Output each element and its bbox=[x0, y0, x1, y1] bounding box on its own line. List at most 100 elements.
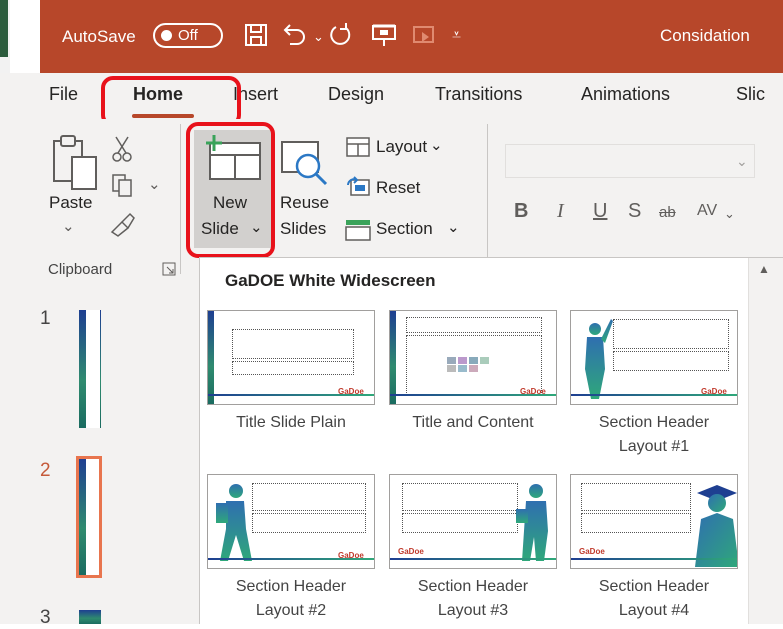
tab-animations[interactable]: Animations bbox=[581, 83, 670, 105]
title-placeholder bbox=[613, 319, 729, 349]
text-shadow-button[interactable]: S bbox=[628, 200, 641, 223]
layout-thumbnail-section-header-1[interactable]: GaDoe bbox=[570, 310, 738, 405]
title-placeholder bbox=[402, 483, 518, 511]
clipboard-group-label: Clipboard bbox=[48, 261, 113, 278]
section-icon[interactable] bbox=[344, 218, 372, 242]
window-edge-accent bbox=[0, 0, 8, 57]
autosave-toggle[interactable]: Off bbox=[153, 23, 223, 48]
title-placeholder bbox=[252, 483, 366, 511]
title-placeholder bbox=[232, 329, 354, 359]
copy-icon[interactable] bbox=[110, 172, 136, 198]
layout-thumbnail-title-and-content[interactable]: GaDoe bbox=[389, 310, 557, 405]
clipboard-dialog-launcher-icon[interactable] bbox=[162, 262, 176, 276]
customize-toolbar-icon[interactable]: ⩡ bbox=[452, 26, 461, 46]
tab-transitions[interactable]: Transitions bbox=[435, 83, 522, 105]
layout-label: Section Header bbox=[598, 414, 710, 431]
layout-label: Layout #4 bbox=[618, 602, 690, 619]
layout-footer-line bbox=[390, 558, 556, 560]
layout-thumbnail-section-header-2[interactable]: GaDoe bbox=[207, 474, 375, 569]
layout-accent-strip bbox=[390, 311, 396, 404]
character-spacing-button[interactable]: AV bbox=[697, 202, 717, 220]
layout-footer-line bbox=[571, 558, 737, 560]
slide-number: 3 bbox=[40, 607, 51, 628]
tab-file[interactable]: File bbox=[49, 83, 78, 105]
section-dropdown-chevron-icon[interactable]: ⌄ bbox=[447, 219, 460, 237]
gallery-scrollbar[interactable] bbox=[748, 258, 783, 624]
document-title: Considation bbox=[660, 26, 750, 45]
layout-label: Section Header bbox=[235, 578, 347, 595]
student-reading-silhouette-icon bbox=[516, 484, 548, 561]
gadoe-logo: GaDoe bbox=[520, 387, 546, 396]
title-placeholder bbox=[406, 317, 542, 333]
gadoe-logo: GaDoe bbox=[338, 551, 364, 560]
student-silhouette-icon bbox=[585, 319, 613, 399]
start-from-beginning-icon[interactable] bbox=[370, 20, 400, 50]
layout-label: Title and Content bbox=[412, 414, 534, 431]
cut-icon[interactable] bbox=[110, 135, 134, 163]
layout-label: Section Header bbox=[417, 578, 529, 595]
layout-label: Section Header bbox=[598, 578, 710, 595]
undo-icon[interactable] bbox=[280, 20, 310, 50]
character-spacing-chevron-icon[interactable]: ⌄ bbox=[724, 206, 735, 222]
new-slide-highlight bbox=[186, 122, 275, 258]
autosave-label: AutoSave bbox=[62, 27, 136, 46]
paste-dropdown-chevron-icon[interactable]: ⌄ bbox=[62, 218, 75, 236]
strikethrough-button[interactable]: ab bbox=[659, 204, 676, 221]
layout-accent-strip bbox=[208, 311, 214, 404]
bold-button[interactable]: B bbox=[514, 200, 528, 223]
gadoe-logo: GaDoe bbox=[338, 387, 364, 396]
gallery-title: GaDOE White Widescreen bbox=[225, 271, 436, 290]
gadoe-logo: GaDoe bbox=[398, 547, 424, 556]
selected-slide-border bbox=[76, 456, 102, 578]
tab-design[interactable]: Design bbox=[328, 83, 384, 105]
layout-label: Title Slide Plain bbox=[236, 414, 346, 431]
slide-number: 1 bbox=[40, 308, 51, 329]
text-placeholder bbox=[402, 513, 518, 533]
subtitle-placeholder bbox=[232, 361, 354, 375]
present-online-icon bbox=[413, 26, 434, 43]
reset-icon[interactable] bbox=[345, 176, 371, 198]
italic-button[interactable]: I bbox=[557, 200, 564, 223]
text-placeholder bbox=[613, 351, 729, 371]
font-name-combobox[interactable]: ⌄ bbox=[505, 144, 755, 178]
gadoe-logo: GaDoe bbox=[579, 547, 605, 556]
scroll-up-arrow-icon[interactable]: ▲ bbox=[758, 262, 770, 276]
reuse-slides-icon[interactable] bbox=[278, 138, 334, 188]
slide-thumbnail[interactable] bbox=[79, 610, 101, 624]
layout-label: Layout #3 bbox=[437, 602, 509, 619]
slide-number: 2 bbox=[40, 460, 51, 481]
redo-icon[interactable] bbox=[327, 20, 357, 50]
layout-label: Layout #1 bbox=[618, 438, 690, 455]
paste-label[interactable]: Paste bbox=[49, 193, 92, 213]
toggle-knob bbox=[161, 30, 172, 41]
text-placeholder bbox=[581, 513, 691, 533]
reuse-slides-label-top[interactable]: Reuse bbox=[280, 193, 329, 213]
layout-thumbnail-title-slide-plain[interactable]: GaDoe bbox=[207, 310, 375, 405]
ribbon-separator bbox=[180, 124, 181, 274]
paste-icon[interactable] bbox=[46, 131, 102, 201]
ribbon-separator bbox=[487, 124, 488, 274]
format-painter-icon[interactable] bbox=[108, 210, 138, 238]
student-walking-silhouette-icon bbox=[216, 484, 252, 561]
graduate-silhouette-icon bbox=[695, 485, 737, 567]
underline-button[interactable]: U bbox=[593, 200, 607, 223]
autosave-state: Off bbox=[178, 27, 198, 44]
layout-thumbnail-section-header-3[interactable]: GaDoe bbox=[389, 474, 557, 569]
title-placeholder bbox=[581, 483, 691, 511]
tab-slideshow[interactable]: Slic bbox=[736, 83, 765, 105]
undo-dropdown-chevron-icon[interactable]: ⌄ bbox=[313, 27, 324, 47]
slide-thumbnail-body bbox=[86, 310, 100, 428]
layout-thumbnail-section-header-4[interactable]: GaDoe bbox=[570, 474, 738, 569]
reset-button[interactable]: Reset bbox=[376, 178, 420, 198]
save-icon[interactable] bbox=[243, 20, 269, 50]
reuse-slides-label-bottom[interactable]: Slides bbox=[280, 219, 326, 239]
font-dropdown-chevron-icon[interactable]: ⌄ bbox=[736, 153, 748, 170]
content-icons bbox=[447, 357, 489, 372]
layout-icon[interactable] bbox=[345, 136, 371, 158]
layout-button[interactable]: Layout bbox=[376, 137, 427, 157]
layout-dropdown-chevron-icon[interactable]: ⌄ bbox=[430, 137, 443, 155]
gadoe-logo: GaDoe bbox=[701, 387, 727, 396]
copy-dropdown-chevron-icon[interactable]: ⌄ bbox=[148, 176, 161, 194]
layout-label: Layout #2 bbox=[255, 602, 327, 619]
section-button[interactable]: Section bbox=[376, 219, 433, 239]
